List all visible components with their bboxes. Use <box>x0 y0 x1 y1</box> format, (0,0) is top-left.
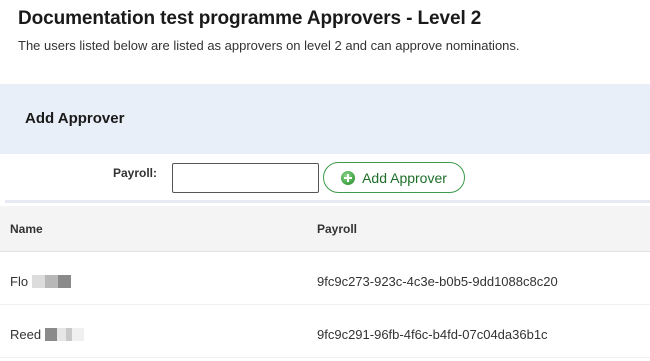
approver-first-name: Reed <box>10 327 42 342</box>
approver-name: Flo <box>10 274 72 289</box>
add-approver-button[interactable]: Add Approver <box>323 162 465 193</box>
column-header-payroll[interactable]: Payroll <box>317 222 357 236</box>
add-approver-button-label: Add Approver <box>362 169 447 186</box>
column-header-name[interactable]: Name <box>10 222 43 236</box>
table-row[interactable]: Reed 9fc9c291-96fb-4f6c-b4fd-07c04da36b1… <box>0 305 650 358</box>
approvers-table: Name Payroll Flo 9fc9c273-923c-4c3e-b0b5… <box>0 206 650 358</box>
add-approver-form: Payroll: Add Approver <box>5 154 650 203</box>
approver-first-name: Flo <box>10 274 29 289</box>
page-subtitle: The users listed below are listed as app… <box>18 38 520 53</box>
approver-payroll: 9fc9c291-96fb-4f6c-b4fd-07c04da36b1c <box>317 327 548 342</box>
payroll-label: Payroll: <box>113 166 158 180</box>
table-row[interactable]: Flo 9fc9c273-923c-4c3e-b0b5-9dd1088c8c20 <box>0 252 650 305</box>
approver-name: Reed <box>10 327 85 342</box>
payroll-input[interactable] <box>172 163 319 193</box>
redacted-surname <box>32 275 72 288</box>
add-approver-title: Add Approver <box>25 110 125 127</box>
redacted-surname <box>45 328 85 341</box>
page-title: Documentation test programme Approvers -… <box>18 8 482 29</box>
add-approver-panel: Add Approver <box>0 84 650 154</box>
approver-payroll: 9fc9c273-923c-4c3e-b0b5-9dd1088c8c20 <box>317 274 558 289</box>
plus-circle-icon <box>341 170 356 185</box>
table-header: Name Payroll <box>0 206 650 252</box>
